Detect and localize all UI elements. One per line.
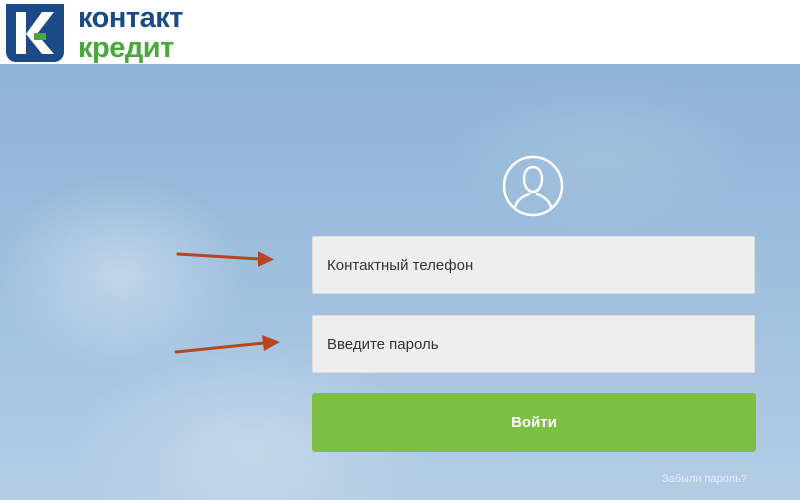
login-button[interactable]: Войти	[312, 393, 756, 452]
brand-logo[interactable]: контакт кредит	[6, 4, 226, 63]
arrow-icon	[174, 335, 280, 354]
brand-name-line2: кредит	[78, 32, 174, 64]
arrow-icon	[176, 251, 274, 267]
brand-name-line1: контакт	[78, 2, 183, 34]
header: контакт кредит	[0, 0, 800, 64]
phone-input[interactable]	[312, 236, 755, 294]
user-avatar-icon	[502, 155, 564, 217]
logo-k-icon	[6, 4, 64, 62]
forgot-password-link[interactable]: Забыли пароль?	[662, 473, 747, 485]
brand-name: контакт кредит	[78, 4, 183, 63]
password-input[interactable]	[312, 315, 755, 373]
